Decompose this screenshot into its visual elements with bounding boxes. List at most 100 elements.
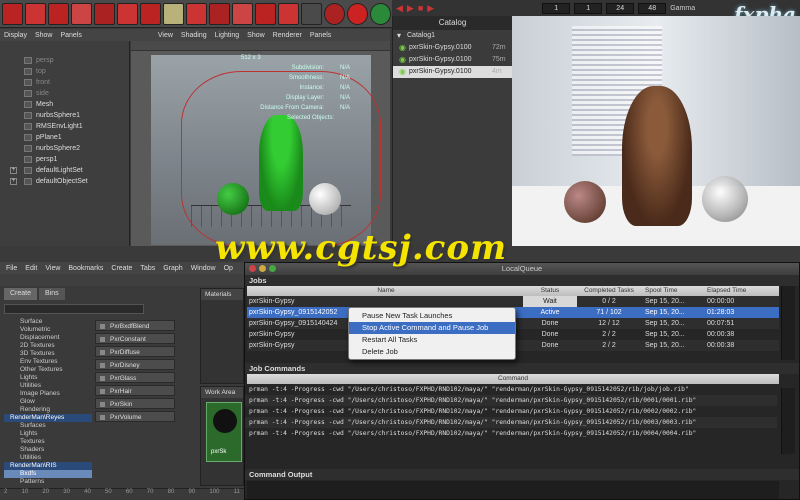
tree-item[interactable]: Rendering bbox=[4, 406, 92, 414]
vp-menu-lighting[interactable]: Lighting bbox=[215, 32, 240, 39]
tree-item[interactable]: Displacement bbox=[4, 334, 92, 342]
shelf-tool-icon[interactable] bbox=[140, 2, 161, 25]
expand-icon[interactable]: + bbox=[10, 178, 17, 185]
col-name[interactable]: Name bbox=[247, 286, 523, 296]
tree-item[interactable]: Surfaces bbox=[4, 422, 92, 430]
tree-item[interactable]: Utilities bbox=[4, 382, 92, 390]
tree-item[interactable]: 3D Textures bbox=[4, 350, 92, 358]
menu-show[interactable]: Show bbox=[35, 32, 53, 39]
tree-item[interactable]: 2D Textures bbox=[4, 342, 92, 350]
stop-icon[interactable]: ■ bbox=[418, 3, 423, 13]
shelf-tool-icon[interactable] bbox=[232, 2, 253, 25]
outliner-item[interactable]: top bbox=[0, 66, 129, 77]
create-node-button[interactable]: PxrDiffuse bbox=[95, 346, 175, 357]
shelf-tool-icon[interactable] bbox=[301, 2, 322, 25]
hypershade-menu-item[interactable]: Edit bbox=[25, 265, 37, 272]
command-row[interactable]: prman -t:4 -Progress -cwd "/Users/christ… bbox=[245, 428, 777, 439]
hypershade-menu-item[interactable]: View bbox=[45, 265, 60, 272]
create-node-button[interactable]: PxrVolume bbox=[95, 411, 175, 422]
shelf-tool-icon[interactable] bbox=[255, 2, 276, 25]
menu-display[interactable]: Display bbox=[4, 32, 27, 39]
col-status[interactable]: Status bbox=[523, 286, 577, 296]
outliner-item[interactable]: + defaultLightSet bbox=[0, 165, 129, 176]
hypershade-menu-item[interactable]: Window bbox=[191, 265, 216, 272]
hypershade-menu-item[interactable]: Bookmarks bbox=[68, 265, 103, 272]
shelf-tool-icon[interactable] bbox=[25, 2, 46, 25]
command-column-header[interactable]: Command bbox=[247, 374, 779, 384]
hypershade-menu-item[interactable]: File bbox=[6, 265, 17, 272]
vp-menu-shading[interactable]: Shading bbox=[181, 32, 207, 39]
command-output-area[interactable] bbox=[247, 481, 779, 499]
work-area-tab[interactable]: Work Area bbox=[201, 387, 243, 398]
col-spool-time[interactable]: Spool Time bbox=[641, 286, 701, 296]
outliner-item[interactable]: persp bbox=[0, 55, 129, 66]
tree-item[interactable]: Surface bbox=[4, 318, 92, 326]
create-node-button[interactable]: PxrConstant bbox=[95, 333, 175, 344]
frame-start-field[interactable]: 1 bbox=[542, 2, 571, 14]
tree-item[interactable]: Patterns bbox=[4, 478, 92, 486]
play-icon[interactable]: ▶ bbox=[407, 3, 414, 14]
command-row[interactable]: prman -t:4 -Progress -cwd "/Users/christ… bbox=[245, 406, 777, 417]
eye-icon[interactable]: ◉ bbox=[399, 54, 409, 66]
context-menu-item[interactable]: Pause New Task Launches bbox=[349, 310, 515, 322]
outliner-item[interactable]: + defaultObjectSet bbox=[0, 176, 129, 187]
vp-menu-panels[interactable]: Panels bbox=[310, 32, 331, 39]
nurbs-sphere-2[interactable] bbox=[309, 183, 341, 215]
context-menu-item[interactable]: Restart All Tasks bbox=[349, 334, 515, 346]
create-node-button[interactable]: PxrHair bbox=[95, 385, 175, 396]
frame-rate-field[interactable]: 48 bbox=[638, 2, 667, 14]
hypershade-menu-item[interactable]: Tabs bbox=[140, 265, 155, 272]
tree-item[interactable]: Volumetric bbox=[4, 326, 92, 334]
tree-item[interactable]: Textures bbox=[4, 438, 92, 446]
create-node-button[interactable]: PxrDisney bbox=[95, 359, 175, 370]
tree-item[interactable]: Lights bbox=[4, 430, 92, 438]
shelf-tool-icon[interactable] bbox=[48, 2, 69, 25]
shelf-tool-icon[interactable] bbox=[186, 2, 207, 25]
col-completed-tasks[interactable]: Completed Tasks bbox=[577, 286, 641, 296]
shelf-tool-icon[interactable] bbox=[347, 2, 368, 25]
hypershade-menu-item[interactable]: Graph bbox=[163, 265, 182, 272]
pxrskin-swatch-node[interactable]: pxrSk bbox=[206, 402, 242, 462]
shelf-tool-icon[interactable] bbox=[324, 2, 345, 25]
outliner-item[interactable]: side bbox=[0, 88, 129, 99]
pause-icon[interactable]: ▶ bbox=[427, 3, 434, 14]
tree-item[interactable]: Other Textures bbox=[4, 366, 92, 374]
vp-menu-view[interactable]: View bbox=[158, 32, 173, 39]
tree-item[interactable]: Bxdfs bbox=[4, 470, 92, 478]
eye-icon[interactable]: ◉ bbox=[399, 66, 409, 78]
context-menu-item[interactable]: Delete Job bbox=[349, 346, 515, 358]
command-row[interactable]: prman -t:4 -Progress -cwd "/Users/christ… bbox=[245, 395, 777, 406]
shelf-tool-icon[interactable] bbox=[71, 2, 92, 25]
play-icon[interactable]: ◀ bbox=[396, 3, 403, 14]
shelf-tool-icon[interactable] bbox=[163, 2, 184, 25]
catalog-item[interactable]: ◉ pxrSkin-Gypsy.0100 4m bbox=[393, 66, 512, 78]
create-node-button[interactable]: PxrBxdfBlend bbox=[95, 320, 175, 331]
shelf-tool-icon[interactable] bbox=[278, 2, 299, 25]
vp-menu-renderer[interactable]: Renderer bbox=[273, 32, 302, 39]
outliner-item[interactable]: nurbsSphere1 bbox=[0, 110, 129, 121]
shelf-tool-icon[interactable] bbox=[94, 2, 115, 25]
shelf-tool-icon[interactable] bbox=[2, 2, 23, 25]
tree-item[interactable]: Lights bbox=[4, 374, 92, 382]
expand-icon[interactable]: + bbox=[10, 167, 17, 174]
create-node-button[interactable]: PxrGlass bbox=[95, 372, 175, 383]
eye-icon[interactable]: ◉ bbox=[399, 42, 409, 54]
nurbs-sphere-1[interactable] bbox=[217, 183, 249, 215]
shelf-tool-icon[interactable] bbox=[117, 2, 138, 25]
commands-scrollbar[interactable] bbox=[781, 388, 795, 454]
outliner-item[interactable]: Mesh bbox=[0, 99, 129, 110]
shelf-tool-icon[interactable] bbox=[209, 2, 230, 25]
outliner-item[interactable]: persp1 bbox=[0, 154, 129, 165]
node-search-input[interactable] bbox=[4, 304, 144, 314]
catalog-item[interactable]: ◉ pxrSkin-Gypsy.0100 72m bbox=[393, 42, 512, 54]
tree-item[interactable]: Image Planes bbox=[4, 390, 92, 398]
tree-item[interactable]: Utilities bbox=[4, 454, 92, 462]
col-elapsed-time[interactable]: Elapsed Time bbox=[701, 286, 761, 296]
outliner-item[interactable]: pPlane1 bbox=[0, 132, 129, 143]
create-node-button[interactable]: PxrSkin bbox=[95, 398, 175, 409]
tree-item[interactable]: RenderMan\Reyes bbox=[4, 414, 92, 422]
menu-panels[interactable]: Panels bbox=[60, 32, 81, 39]
tree-item[interactable]: Env Textures bbox=[4, 358, 92, 366]
catalog-item[interactable]: ◉ pxrSkin-Gypsy.0100 75m bbox=[393, 54, 512, 66]
outliner-item[interactable]: front bbox=[0, 77, 129, 88]
